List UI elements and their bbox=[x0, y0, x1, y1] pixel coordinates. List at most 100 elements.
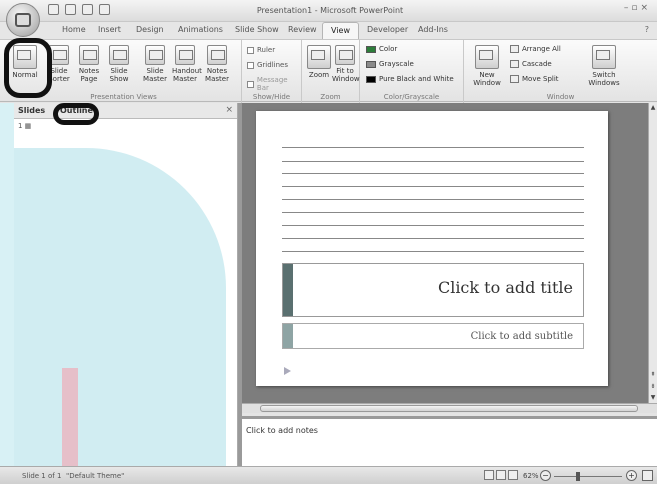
undo-icon[interactable] bbox=[65, 4, 76, 15]
window-title: Presentation1 - Microsoft PowerPoint bbox=[256, 6, 404, 15]
tab-slide-show[interactable]: Slide Show bbox=[235, 25, 279, 34]
background-line bbox=[282, 147, 584, 148]
group-label-window: Window bbox=[546, 93, 575, 101]
slide-master-button[interactable]: Slide Master bbox=[142, 45, 168, 83]
group-label-color-grayscale: Color/Grayscale bbox=[383, 93, 440, 101]
fit-slide-icon[interactable] bbox=[642, 470, 653, 481]
scroll-up-icon[interactable]: ▲ bbox=[650, 104, 656, 112]
slides-outline-pane: Slides Outline × 1 ▦ bbox=[14, 103, 238, 466]
background-line bbox=[282, 225, 584, 226]
group-zoom: Zoom Fit to Window Zoom bbox=[302, 40, 360, 103]
slide-show-icon[interactable] bbox=[508, 470, 518, 480]
notes-master-button[interactable]: Notes Master bbox=[204, 45, 230, 83]
fit-to-window-icon bbox=[335, 45, 355, 65]
group-color-grayscale: Color Grayscale Pure Black and White Col… bbox=[360, 40, 464, 103]
zoom-slider[interactable] bbox=[554, 476, 622, 477]
grayscale-swatch-icon bbox=[366, 60, 376, 68]
slide-sorter-icon bbox=[49, 45, 69, 65]
move-split-button[interactable]: Move Split bbox=[510, 75, 559, 83]
previous-slide-icon[interactable]: ⇞ bbox=[650, 371, 656, 379]
ribbon: Normal Slide Sorter Notes Page Slide Sho… bbox=[0, 39, 657, 103]
tab-home[interactable]: Home bbox=[62, 25, 86, 34]
office-button[interactable] bbox=[6, 3, 40, 37]
notes-master-icon bbox=[207, 45, 227, 65]
arrange-all-button[interactable]: Arrange All bbox=[510, 45, 561, 53]
gridlines-checkbox[interactable]: Gridlines bbox=[247, 61, 288, 69]
highlight-circle-normal bbox=[4, 38, 52, 98]
slide-canvas[interactable]: Click to add title Click to add subtitle bbox=[256, 111, 608, 386]
title-placeholder-text: Click to add title bbox=[437, 278, 573, 297]
cascade-button[interactable]: Cascade bbox=[510, 60, 552, 68]
tab-developer[interactable]: Developer bbox=[367, 25, 408, 34]
background-line bbox=[282, 251, 584, 252]
grayscale-button[interactable]: Grayscale bbox=[366, 60, 414, 68]
scroll-down-icon[interactable]: ▼ bbox=[650, 394, 656, 402]
notes-placeholder: Click to add notes bbox=[246, 426, 318, 435]
checkbox-icon bbox=[247, 46, 254, 54]
play-arrow-icon bbox=[284, 367, 291, 375]
zoom-level[interactable]: 62% bbox=[523, 472, 539, 480]
status-bar: Slide 1 of 1 "Default Theme" 62% − + bbox=[0, 466, 657, 484]
window-controls[interactable]: –▫× bbox=[624, 3, 651, 13]
handout-master-button[interactable]: Handout Master bbox=[172, 45, 202, 83]
scrollbar-thumb[interactable] bbox=[260, 405, 638, 412]
color-swatch-icon bbox=[366, 45, 376, 53]
switch-windows-button[interactable]: Switch Windows bbox=[584, 45, 624, 87]
checkbox-icon bbox=[247, 61, 254, 69]
normal-view-icon[interactable] bbox=[484, 470, 494, 480]
checkbox-icon bbox=[247, 80, 254, 88]
slide-sorter-icon[interactable] bbox=[496, 470, 506, 480]
close-icon[interactable]: × bbox=[225, 105, 233, 115]
group-label-zoom: Zoom bbox=[320, 93, 341, 101]
tab-slides[interactable]: Slides bbox=[18, 106, 45, 115]
cascade-icon bbox=[510, 60, 519, 68]
handout-master-icon bbox=[175, 45, 195, 65]
pane-tabs: Slides Outline × bbox=[14, 103, 237, 119]
notes-page-button[interactable]: Notes Page bbox=[76, 45, 102, 83]
slide-show-button[interactable]: Slide Show bbox=[106, 45, 132, 83]
tab-add-ins[interactable]: Add-Ins bbox=[418, 25, 448, 34]
office-logo-icon bbox=[15, 13, 31, 27]
zoom-out-icon[interactable]: − bbox=[540, 470, 551, 481]
zoom-in-icon[interactable]: + bbox=[626, 470, 637, 481]
title-placeholder[interactable]: Click to add title bbox=[282, 263, 584, 317]
tab-animations[interactable]: Animations bbox=[178, 25, 223, 34]
background-decoration-bar bbox=[62, 368, 78, 466]
notes-pane[interactable]: Click to add notes bbox=[242, 416, 657, 466]
background-line bbox=[282, 161, 584, 162]
switch-windows-icon bbox=[592, 45, 616, 69]
message-bar-checkbox[interactable]: Message Bar bbox=[247, 76, 301, 92]
slide-editing-area: Click to add title Click to add subtitle bbox=[242, 103, 648, 403]
tab-review[interactable]: Review bbox=[288, 25, 317, 34]
save-icon[interactable] bbox=[48, 4, 59, 15]
pure-black-white-button[interactable]: Pure Black and White bbox=[366, 75, 454, 83]
subtitle-placeholder-text: Click to add subtitle bbox=[470, 331, 573, 342]
subtitle-placeholder[interactable]: Click to add subtitle bbox=[282, 323, 584, 349]
next-slide-icon[interactable]: ⇟ bbox=[650, 383, 656, 391]
group-label-show-hide: Show/Hide bbox=[252, 93, 291, 101]
tab-insert[interactable]: Insert bbox=[98, 25, 121, 34]
new-window-button[interactable]: New Window bbox=[470, 45, 504, 87]
slide-master-icon bbox=[145, 45, 165, 65]
redo-icon[interactable] bbox=[82, 4, 93, 15]
black-white-swatch-icon bbox=[366, 75, 376, 83]
slide-thumbnail-icon[interactable]: 1 ▦ bbox=[18, 122, 31, 130]
zoom-slider-thumb[interactable] bbox=[576, 472, 580, 481]
tab-view[interactable]: View bbox=[322, 22, 359, 40]
group-window: New Window Arrange All Cascade Move Spli… bbox=[464, 40, 657, 103]
magnifier-icon bbox=[307, 45, 331, 69]
help-icon[interactable]: ? bbox=[645, 25, 649, 34]
horizontal-scrollbar[interactable] bbox=[242, 403, 657, 413]
tab-design[interactable]: Design bbox=[136, 25, 164, 34]
background-decoration bbox=[14, 148, 226, 466]
slide-show-icon bbox=[109, 45, 129, 65]
color-button[interactable]: Color bbox=[366, 45, 397, 53]
new-window-icon bbox=[475, 45, 499, 69]
print-icon[interactable] bbox=[99, 4, 110, 15]
move-split-icon bbox=[510, 75, 519, 83]
vertical-scrollbar[interactable]: ▲ ⇞ ⇟ ▼ bbox=[648, 103, 657, 403]
ribbon-tabs: Home Insert Design Animations Slide Show… bbox=[0, 22, 657, 40]
fit-to-window-button[interactable]: Fit to Window bbox=[332, 45, 360, 83]
zoom-button[interactable]: Zoom bbox=[306, 45, 332, 79]
ruler-checkbox[interactable]: Ruler bbox=[247, 46, 275, 54]
